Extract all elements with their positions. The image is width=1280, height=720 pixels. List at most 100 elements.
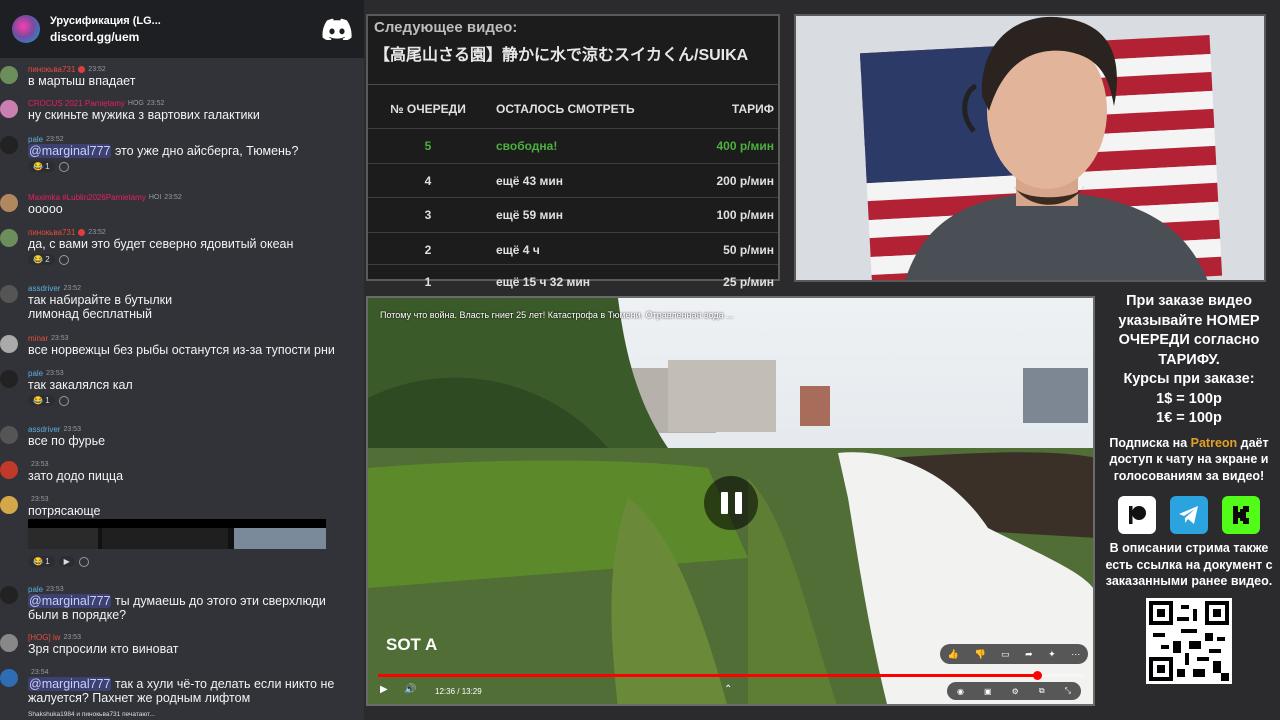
chat-message: 23:53 зато додо пицца	[0, 459, 364, 483]
subscription-note: Подписка на Patreon даёт доступ к чату н…	[1098, 435, 1280, 485]
server-invite-link[interactable]: discord.gg/uem	[50, 30, 312, 44]
play-icon[interactable]: ▶	[380, 684, 388, 695]
queue-remaining: ещё 4 ч	[496, 242, 540, 257]
chat-message: minar 23:53 все норвежцы без рыбы останут…	[0, 333, 364, 357]
message-author[interactable]: assdriver	[28, 425, 60, 434]
message-time: 23:52	[164, 193, 182, 201]
message-author[interactable]: assdriver	[28, 284, 60, 293]
reaction-pill[interactable]: 😂 1	[28, 161, 55, 172]
queue-rate: 50 р/мин	[723, 242, 774, 257]
message-time: 23:53	[63, 425, 81, 433]
queue-number: 4	[424, 173, 432, 188]
avatar[interactable]	[0, 669, 18, 687]
reaction-pill-youtube[interactable]: ▶	[58, 556, 75, 567]
avatar[interactable]	[0, 66, 18, 84]
add-reaction-icon[interactable]	[78, 557, 89, 567]
video-time: 12:36 / 13:29	[435, 687, 482, 696]
avatar[interactable]	[0, 370, 18, 388]
kick-icon[interactable]	[1222, 496, 1260, 534]
message-time: 23:54	[31, 668, 49, 676]
message-author[interactable]: minar	[28, 334, 48, 343]
fullscreen-exit-icon[interactable]: ⤡	[1065, 686, 1071, 696]
chat-message: assdriver 23:52 так набирайте в бутылки л…	[0, 283, 364, 321]
comment-icon[interactable]: ▭	[1001, 649, 1010, 660]
message-author[interactable]: пинокьва731	[28, 65, 75, 74]
queue-panel: Следующее видео: 【高尾山さる園】静かに水で涼むスイカくん/SU…	[366, 14, 780, 289]
pause-button[interactable]	[704, 476, 758, 530]
queue-remaining: ещё 59 мин	[496, 208, 563, 222]
cast-icon[interactable]: ⧉	[1039, 686, 1045, 696]
message-time: 23:52	[46, 135, 64, 143]
queue-number: 2	[424, 242, 432, 257]
patreon-link[interactable]: Patreon	[1191, 436, 1238, 450]
avatar[interactable]	[0, 335, 18, 353]
progress-bar[interactable]	[378, 671, 1083, 680]
dislike-icon[interactable]: 👎	[974, 649, 985, 660]
settings-icon[interactable]: ⚙	[1012, 687, 1019, 696]
patreon-icon[interactable]	[1118, 496, 1156, 534]
message-time: 23:53	[46, 369, 64, 377]
message-text: Зря спросили кто виноват	[28, 642, 179, 656]
reaction-pill[interactable]: 😂 1	[28, 395, 55, 406]
header-rate: ТАРИФ	[731, 102, 774, 116]
captions-icon[interactable]: ▣	[984, 687, 992, 696]
add-reaction-icon[interactable]	[58, 396, 69, 406]
reaction-pill[interactable]: 😂 2	[28, 254, 55, 265]
avatar[interactable]	[0, 461, 18, 479]
message-text: в мартыш впадает	[28, 74, 136, 88]
qr-code[interactable]	[1146, 597, 1232, 684]
chat-message: pale 23:52 @marginal777 это уже дно айсбе…	[0, 134, 364, 172]
message-text: @marginal777 так а хули чё-то делать есл…	[28, 677, 364, 705]
reaction-pill[interactable]: 😂 1	[28, 556, 55, 567]
progress-handle[interactable]	[1032, 671, 1042, 680]
volume-icon[interactable]: 🔊	[404, 684, 416, 695]
embedded-screenshot[interactable]	[28, 519, 326, 549]
avatar[interactable]	[0, 285, 18, 303]
chat-message: 23:54 @marginal777 так а хули чё-то дела…	[0, 667, 364, 705]
like-icon[interactable]: 👍	[948, 649, 959, 660]
avatar[interactable]	[0, 100, 18, 118]
user-mention[interactable]: @marginal777	[28, 144, 112, 158]
avatar[interactable]	[0, 586, 18, 604]
avatar[interactable]	[0, 496, 18, 514]
message-text: @marginal777 ты думаешь до этого эти све…	[28, 594, 364, 622]
message-author[interactable]: CROCUS 2021 Pamiętamy	[28, 99, 125, 108]
queue-rate: 400 р/мин	[716, 139, 774, 153]
chat-message: CROCUS 2021 Pamiętamy HOG 23:52 ну скиньте…	[0, 98, 364, 122]
message-text: так закалялся кал	[28, 378, 133, 392]
video-player[interactable]: Потому что война. Власть гниет 25 лет! К…	[366, 296, 1095, 706]
video-title[interactable]: Потому что война. Власть гниет 25 лет! К…	[380, 310, 734, 320]
message-text: зато додо пицца	[28, 469, 124, 483]
avatar[interactable]	[0, 136, 18, 154]
user-mention[interactable]: @marginal777	[28, 677, 112, 691]
streamer	[905, 16, 1208, 280]
remix-icon[interactable]: ✦	[1048, 649, 1056, 660]
header-remaining: ОСТАЛОСЬ СМОТРЕТЬ	[496, 102, 635, 116]
avatar[interactable]	[0, 634, 18, 652]
message-author[interactable]: pale	[28, 135, 43, 144]
message-list[interactable]: пинокьва731 23:52 в мартыш впадает CROCUS…	[0, 62, 364, 706]
share-icon[interactable]: ➦	[1025, 649, 1033, 660]
message-text: да, с вами это будет северно ядовитый ок…	[28, 237, 294, 251]
message-author[interactable]: [HOG] iw	[28, 633, 60, 642]
avatar[interactable]	[0, 229, 18, 247]
message-author[interactable]: pale	[28, 585, 43, 594]
user-mention[interactable]: @marginal777	[28, 594, 112, 608]
server-icon[interactable]	[12, 15, 40, 43]
message-author[interactable]: Maximka #Lublin2026Pamietamy	[28, 193, 146, 202]
queue-rate: 25 р/мин	[723, 275, 774, 289]
more-icon[interactable]: ⋯	[1071, 649, 1080, 660]
stream-overlay: Урусификация (LG... discord.gg/uem пинок…	[0, 0, 1280, 720]
avatar[interactable]	[0, 194, 18, 212]
message-author[interactable]: пинокьва731	[28, 228, 75, 237]
social-links	[1098, 496, 1280, 534]
avatar[interactable]	[0, 426, 18, 444]
message-text: @marginal777 это уже дно айсберга, Тюмен…	[28, 144, 364, 158]
telegram-icon[interactable]	[1170, 496, 1208, 534]
autoplay-toggle-icon[interactable]: ◉	[957, 687, 964, 696]
add-reaction-icon[interactable]	[58, 255, 69, 265]
sub-prefix: Подписка на	[1109, 435, 1191, 450]
message-author[interactable]: pale	[28, 369, 43, 378]
chevron-up-icon[interactable]: ⌃	[724, 684, 732, 695]
add-reaction-icon[interactable]	[58, 162, 69, 172]
